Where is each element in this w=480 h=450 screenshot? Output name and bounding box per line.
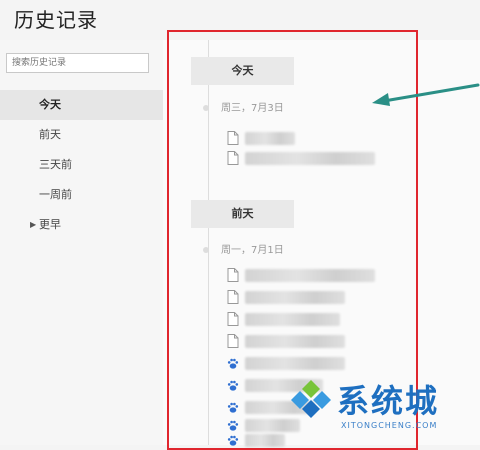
blurred-title [245,335,345,348]
date-label: 周一，7月1日 [203,241,284,256]
blurred-title [245,291,345,304]
page-icon [227,334,239,348]
sidebar-item-label: 三天前 [39,158,72,171]
sidebar-item-three-days-ago[interactable]: 三天前 [0,150,163,180]
page-icon [227,131,239,145]
blurred-title [245,313,340,326]
sidebar-item-label: 一周前 [39,188,72,201]
sidebar-item-day-before-yesterday[interactable]: 前天 [0,120,163,150]
timeline-dot [203,105,209,111]
watermark-diamond-icon [291,380,331,418]
sidebar-item-today[interactable]: 今天 [0,90,163,120]
page-title: 历史记录 [14,8,98,32]
page-icon [227,290,239,304]
paw-icon [227,402,239,413]
page-icon [227,151,239,165]
sidebar-item-label: 今天 [39,98,61,111]
caret-right-icon: ▶ [30,220,37,229]
blurred-title [245,152,375,165]
search-input[interactable] [6,53,149,73]
sidebar-nav: 今天 前天 三天前 一周前 ▶ 更早 [0,90,163,240]
annotation-arrow-icon [372,83,480,106]
paw-icon [227,380,239,391]
paw-icon [227,358,239,369]
page-icon [227,268,239,282]
sidebar-item-label: 更早 [39,218,61,231]
paw-icon [227,420,239,431]
watermark-logo: 系统城 XITONGCHENG.COM [285,368,480,445]
sidebar-item-one-week-ago[interactable]: 一周前 [0,180,163,210]
blurred-title [245,269,375,282]
day-heading: 前天 [191,200,294,228]
blurred-title [245,132,295,145]
sidebar-item-label: 前天 [39,128,61,141]
watermark-text: 系统城 [337,382,440,420]
sidebar-item-earlier[interactable]: ▶ 更早 [0,210,163,240]
blurred-title [245,434,285,447]
timeline-dot [203,247,209,253]
sidebar: 今天 前天 三天前 一周前 ▶ 更早 [0,40,163,445]
page-icon [227,312,239,326]
date-label: 周三，7月3日 [203,99,284,114]
day-heading: 今天 [191,57,294,85]
watermark-domain: XITONGCHENG.COM [341,421,438,430]
